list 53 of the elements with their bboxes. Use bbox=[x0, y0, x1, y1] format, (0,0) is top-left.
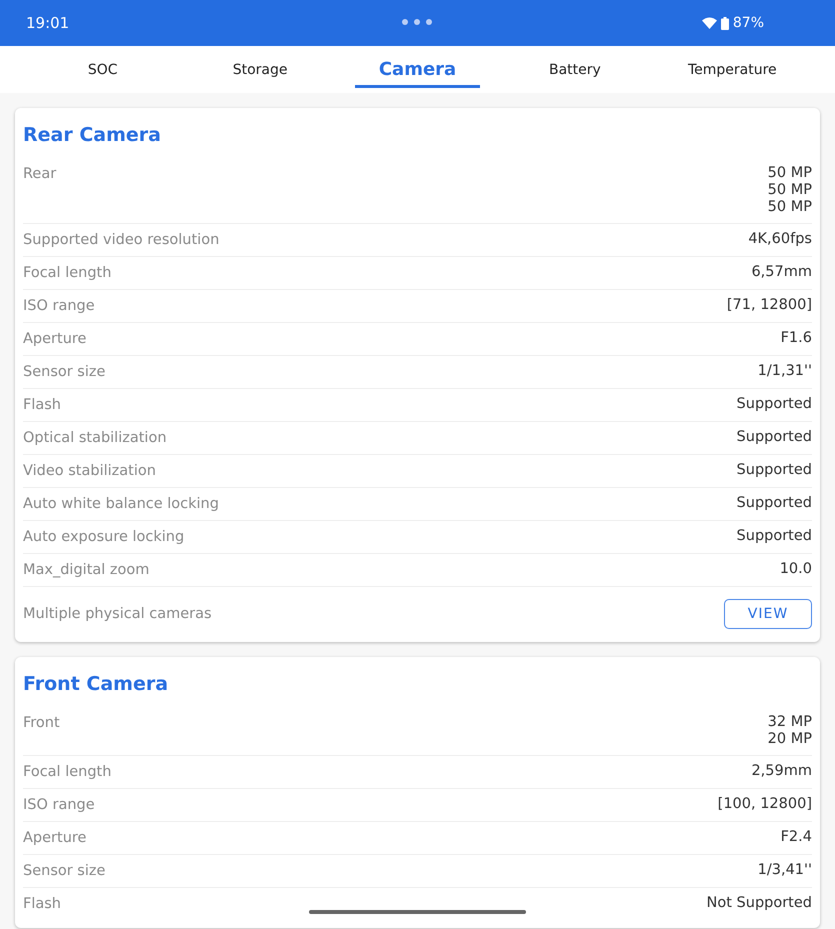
tab[interactable]: Battery bbox=[545, 54, 605, 86]
spec-value: F1.6 bbox=[780, 330, 812, 347]
spec-value: Supported bbox=[736, 495, 812, 512]
spec-label: Flash bbox=[23, 895, 61, 913]
spec-value: 1/3,41'' bbox=[758, 862, 812, 879]
spec-value: Supported bbox=[736, 429, 812, 446]
clock: 19:01 bbox=[26, 14, 70, 32]
spec-label: ISO range bbox=[23, 796, 95, 814]
spec-value: 6,57mm bbox=[751, 264, 812, 281]
battery-percentage: 87% bbox=[732, 15, 764, 31]
spec-label: Max_digital zoom bbox=[23, 561, 150, 579]
spec-label: Sensor size bbox=[23, 862, 106, 880]
tab[interactable]: Camera bbox=[354, 51, 480, 88]
view-button[interactable]: VIEW bbox=[724, 599, 812, 629]
battery-icon bbox=[720, 16, 729, 30]
spec-label: Multiple physical cameras bbox=[23, 605, 212, 623]
tab[interactable]: SOC bbox=[84, 54, 122, 86]
spec-value: 10.0 bbox=[780, 561, 812, 578]
spec-label: Auto exposure locking bbox=[23, 528, 184, 546]
tab[interactable]: Temperature bbox=[684, 54, 781, 86]
wifi-icon bbox=[702, 17, 717, 29]
spec-value: F2.4 bbox=[780, 829, 812, 846]
card-title: Front Camera bbox=[23, 672, 170, 697]
spec-label: Aperture bbox=[23, 829, 86, 847]
spec-value: 4K,60fps bbox=[748, 231, 812, 248]
spec-value: 1/1,31'' bbox=[758, 363, 812, 380]
spec-value: [71, 12800] bbox=[726, 297, 812, 314]
spec-value: 50 MP bbox=[768, 165, 812, 182]
spec-label: Rear bbox=[23, 165, 56, 183]
spec-value: Supported bbox=[736, 396, 812, 413]
spec-label: Flash bbox=[23, 396, 61, 414]
spec-value: 2,59mm bbox=[751, 763, 812, 780]
spec-value: Supported bbox=[736, 528, 812, 545]
spec-label: Aperture bbox=[23, 330, 86, 348]
more-dots-icon bbox=[401, 18, 433, 26]
spec-label: ISO range bbox=[23, 297, 95, 315]
spec-label: Sensor size bbox=[23, 363, 106, 381]
spec-label: Auto white balance locking bbox=[23, 495, 219, 513]
spec-label: Optical stabilization bbox=[23, 429, 167, 447]
spec-value: 50 MP bbox=[768, 199, 812, 216]
spec-value: 50 MP bbox=[768, 182, 812, 199]
card-title: Rear Camera bbox=[23, 123, 162, 148]
spec-label: Focal length bbox=[23, 763, 112, 781]
spec-value: Not Supported bbox=[706, 895, 812, 912]
spec-label: Focal length bbox=[23, 264, 112, 282]
spec-value: Supported bbox=[736, 462, 812, 479]
spec-value: [100, 12800] bbox=[718, 796, 812, 813]
spec-value: 32 MP bbox=[768, 714, 812, 731]
spec-value: 20 MP bbox=[768, 731, 812, 748]
tab[interactable]: Storage bbox=[228, 54, 292, 86]
spec-label: Front bbox=[23, 714, 60, 732]
spec-label: Video stabilization bbox=[23, 462, 156, 480]
spec-label: Supported video resolution bbox=[23, 231, 220, 249]
